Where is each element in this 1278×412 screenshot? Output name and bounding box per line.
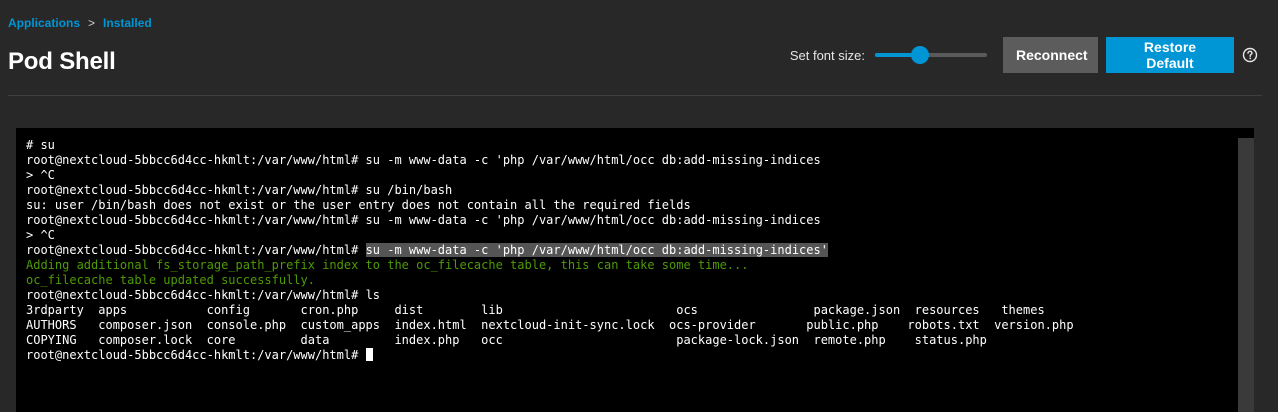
terminal-prompt: root@nextcloud-5bbcc6d4cc-hkmlt:/var/www… [26,348,366,362]
terminal-scrollbar[interactable] [1238,138,1254,412]
terminal-line-ls: root@nextcloud-5bbcc6d4cc-hkmlt:/var/www… [26,288,1230,303]
ls-output-row: COPYING composer.lock core data index.ph… [26,333,987,347]
terminal-line: > ^C [26,228,55,242]
breadcrumb: Applications > Installed [8,16,152,30]
terminal[interactable]: # su root@nextcloud-5bbcc6d4cc-hkmlt:/var… [16,128,1254,412]
terminal-line: > ^C [26,168,55,182]
header-divider [8,95,1262,96]
terminal-line: root@nextcloud-5bbcc6d4cc-hkmlt:/var/www… [26,183,453,197]
selected-command-text: su -m www-data -c 'php /var/www/html/occ… [365,243,828,257]
terminal-line: # su [26,138,55,152]
terminal-line-selected-command: root@nextcloud-5bbcc6d4cc-hkmlt:/var/www… [26,243,1230,258]
breadcrumb-installed[interactable]: Installed [103,16,152,30]
ls-command: ls [365,288,381,302]
terminal-line-output: oc_filecache table updated successfully. [26,273,315,287]
font-size-label: Set font size: [789,47,865,63]
terminal-line: su: user /bin/bash does not exist or the… [26,198,691,212]
page-title: Pod Shell [8,48,116,75]
toolbar: Set font size: Reconnect Restore Default [790,37,1258,73]
terminal-line-current-prompt: root@nextcloud-5bbcc6d4cc-hkmlt:/var/www… [26,348,1230,363]
breadcrumb-applications[interactable]: Applications [8,16,80,30]
help-circle-icon[interactable] [1242,47,1258,63]
ls-output-row: AUTHORS composer.json console.php custom… [26,318,1074,332]
terminal-line: root@nextcloud-5bbcc6d4cc-hkmlt:/var/www… [26,153,821,167]
ls-output-row: 3rdparty apps config cron.php dist lib o… [26,303,1045,317]
terminal-line: root@nextcloud-5bbcc6d4cc-hkmlt:/var/www… [26,213,821,227]
terminal-cursor [365,348,373,361]
terminal-line-output: Adding additional fs_storage_path_prefix… [26,258,749,272]
font-size-slider[interactable] [875,45,987,65]
terminal-output[interactable]: # su root@nextcloud-5bbcc6d4cc-hkmlt:/var… [26,138,1230,363]
slider-thumb[interactable] [910,46,929,64]
terminal-prompt: root@nextcloud-5bbcc6d4cc-hkmlt:/var/www… [26,243,366,257]
reconnect-button[interactable]: Reconnect [1003,37,1098,73]
restore-default-button[interactable]: Restore Default [1106,37,1234,73]
terminal-prompt: root@nextcloud-5bbcc6d4cc-hkmlt:/var/www… [26,288,366,302]
breadcrumb-separator: > [88,16,96,30]
pod-shell-page: Applications > Installed Pod Shell Set f… [0,0,1278,412]
